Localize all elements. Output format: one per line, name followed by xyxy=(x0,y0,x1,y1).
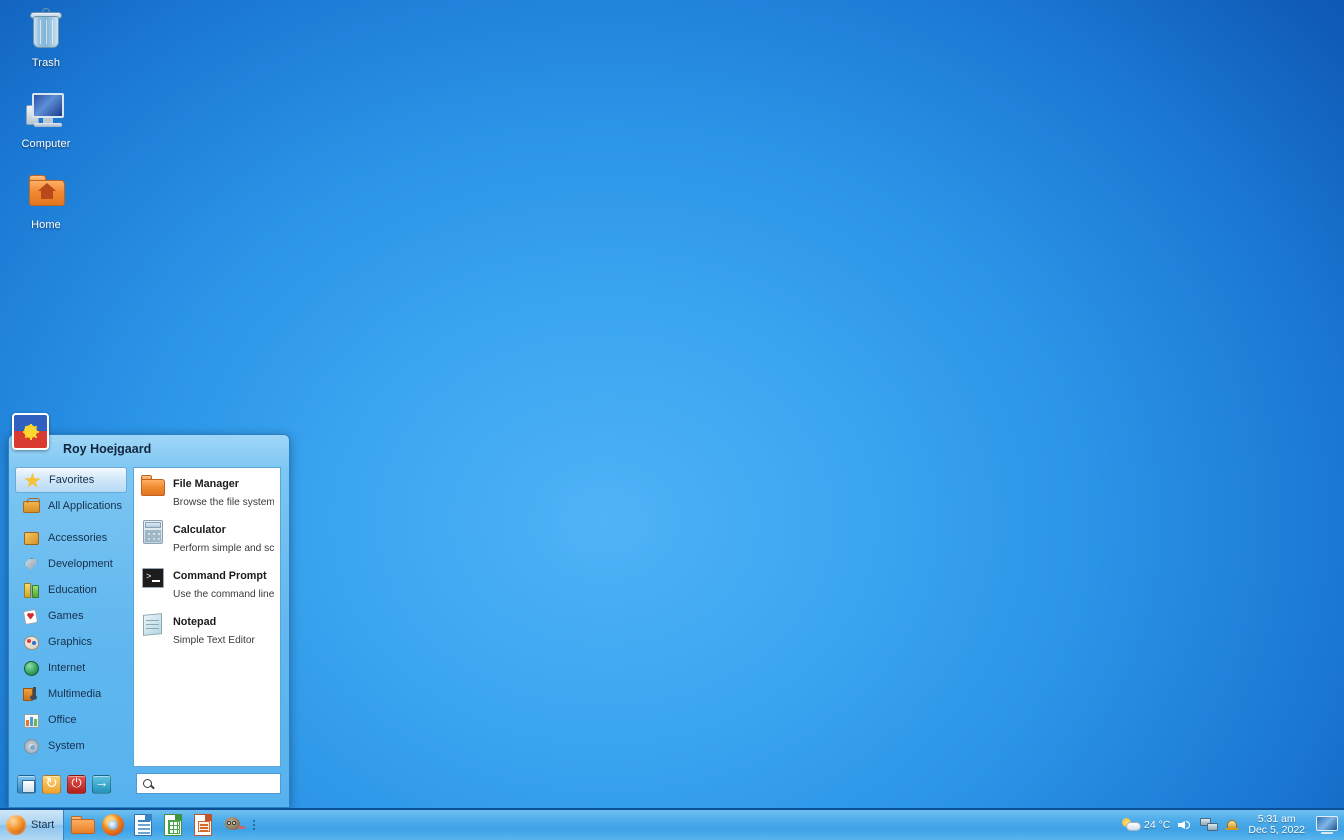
sidebar-item-graphics[interactable]: Graphics xyxy=(15,629,127,655)
app-description: Perform simple and sci... xyxy=(173,543,274,554)
games-icon xyxy=(22,607,41,626)
sidebar-item-label: Internet xyxy=(48,662,85,674)
desktop-icon-computer[interactable]: Computer xyxy=(0,87,92,150)
power-icon[interactable] xyxy=(67,775,86,794)
calculator-icon xyxy=(140,519,166,545)
start-menu-header: Roy Hoejgaard xyxy=(9,435,289,467)
sidebar-item-accessories[interactable]: Accessories xyxy=(15,525,127,551)
start-menu-categories: Favorites All Applications Accessories D… xyxy=(15,467,127,767)
search-box[interactable] xyxy=(136,773,281,794)
taskbar-writer-document-icon[interactable] xyxy=(130,812,156,838)
temperature-label: 24 °C xyxy=(1144,819,1170,831)
toolbox-icon xyxy=(22,497,41,516)
sidebar-item-development[interactable]: Development xyxy=(15,551,127,577)
sidebar-item-games[interactable]: Games xyxy=(15,603,127,629)
home-folder-icon xyxy=(22,168,70,216)
app-name: Notepad xyxy=(173,616,216,628)
app-item-file-manager[interactable]: File Manager Browse the file system xyxy=(134,468,280,514)
taskbar-firefox-icon[interactable] xyxy=(100,812,126,838)
taskbar: Start 24 °C 5:31 am Dec 5, 2022 xyxy=(0,808,1344,840)
app-item-command-prompt[interactable]: > Command Prompt Use the command line xyxy=(134,560,280,606)
network-icon[interactable] xyxy=(1200,818,1218,832)
app-name: File Manager xyxy=(173,478,239,490)
start-menu-body: Favorites All Applications Accessories D… xyxy=(9,467,289,767)
internet-globe-icon xyxy=(22,659,41,678)
start-menu-footer xyxy=(9,767,289,807)
sidebar-item-label: Games xyxy=(48,610,83,622)
desktop-icon-label: Computer xyxy=(21,138,70,150)
search-input[interactable] xyxy=(157,775,299,792)
accessories-icon xyxy=(22,529,41,548)
app-description: Simple Text Editor xyxy=(173,635,255,646)
terminal-icon: > xyxy=(140,565,166,591)
folder-icon xyxy=(140,473,166,499)
system-tray: 24 °C 5:31 am Dec 5, 2022 xyxy=(1122,810,1344,840)
tray-weather[interactable]: 24 °C xyxy=(1122,818,1170,832)
bell-icon[interactable] xyxy=(1225,818,1239,833)
education-icon xyxy=(22,581,41,600)
sidebar-item-system[interactable]: System xyxy=(15,733,127,759)
speaker-icon[interactable] xyxy=(1177,818,1193,832)
clock[interactable]: 5:31 am Dec 5, 2022 xyxy=(1246,814,1307,836)
start-button-label: Start xyxy=(31,819,54,831)
show-desktop-icon[interactable] xyxy=(1314,815,1340,835)
quick-launch-bar xyxy=(66,810,258,840)
graphics-icon xyxy=(22,633,41,652)
app-description: Use the command line xyxy=(173,589,274,600)
sidebar-item-internet[interactable]: Internet xyxy=(15,655,127,681)
app-description: Browse the file system xyxy=(173,497,274,508)
avatar[interactable] xyxy=(12,413,49,450)
sidebar-item-label: Education xyxy=(48,584,97,596)
logout-arrow-icon[interactable] xyxy=(92,775,111,794)
sidebar-item-label: Multimedia xyxy=(48,688,101,700)
trash-icon xyxy=(22,6,70,54)
sidebar-item-label: Favorites xyxy=(49,474,94,486)
taskbar-impress-document-icon[interactable] xyxy=(190,812,216,838)
desktop-icon-label: Trash xyxy=(32,57,60,69)
sidebar-item-all-applications[interactable]: All Applications xyxy=(15,493,127,519)
sidebar-item-label: All Applications xyxy=(48,500,122,512)
office-icon xyxy=(22,711,41,730)
lock-icon[interactable] xyxy=(17,775,36,794)
power-button-group xyxy=(17,775,111,794)
app-item-notepad[interactable]: Notepad Simple Text Editor xyxy=(134,606,280,652)
taskbar-calc-spreadsheet-icon[interactable] xyxy=(160,812,186,838)
sidebar-item-favorites[interactable]: Favorites xyxy=(15,467,127,493)
sidebar-item-label: System xyxy=(48,740,85,752)
sidebar-item-education[interactable]: Education xyxy=(15,577,127,603)
star-icon xyxy=(23,471,42,490)
notepad-icon xyxy=(140,611,166,637)
multimedia-icon xyxy=(22,685,41,704)
taskbar-gimp-wilber-icon[interactable] xyxy=(220,812,246,838)
app-item-calculator[interactable]: Calculator Perform simple and sci... xyxy=(134,514,280,560)
sidebar-item-office[interactable]: Office xyxy=(15,707,127,733)
start-orb-icon xyxy=(6,815,26,835)
desktop-icon-trash[interactable]: Trash xyxy=(0,6,92,69)
app-name: Command Prompt xyxy=(173,570,267,582)
desktop-icon-area: Trash Computer Home xyxy=(0,6,92,249)
sun-cloud-icon xyxy=(1122,818,1141,832)
start-menu: Roy Hoejgaard Favorites All Applications… xyxy=(8,434,290,808)
taskbar-file-manager-icon[interactable] xyxy=(70,812,96,838)
search-icon xyxy=(143,779,152,788)
drag-handle-icon[interactable] xyxy=(250,814,258,836)
sidebar-item-label: Graphics xyxy=(48,636,92,648)
sidebar-item-multimedia[interactable]: Multimedia xyxy=(15,681,127,707)
desktop-icon-label: Home xyxy=(31,219,61,231)
computer-icon xyxy=(22,87,70,135)
favorites-app-list: File Manager Browse the file system Calc… xyxy=(133,467,281,767)
sidebar-item-label: Accessories xyxy=(48,532,107,544)
user-name: Roy Hoejgaard xyxy=(63,442,151,456)
clock-date: Dec 5, 2022 xyxy=(1248,825,1305,836)
gear-icon xyxy=(22,737,41,756)
start-button[interactable]: Start xyxy=(0,810,64,840)
sidebar-item-label: Development xyxy=(48,558,113,570)
restart-icon[interactable] xyxy=(42,775,61,794)
desktop-icon-home[interactable]: Home xyxy=(0,168,92,231)
app-name: Calculator xyxy=(173,524,226,536)
development-icon xyxy=(22,555,41,574)
sidebar-item-label: Office xyxy=(48,714,77,726)
